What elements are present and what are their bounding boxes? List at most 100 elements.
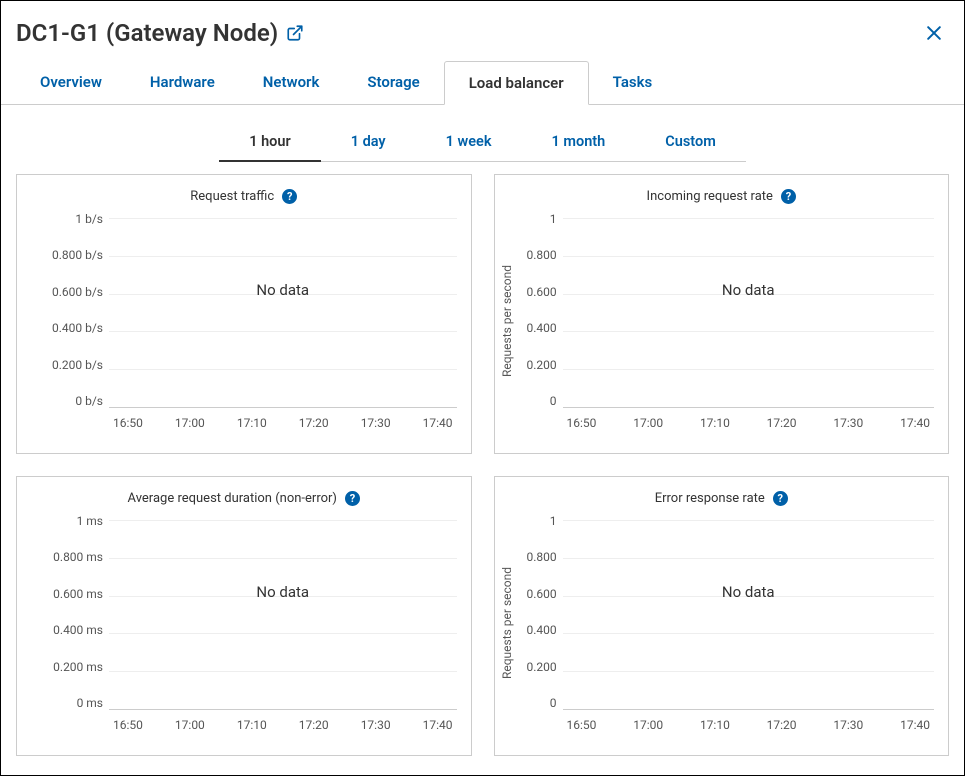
y-tick: 0.800	[527, 248, 557, 262]
help-icon[interactable]: ?	[773, 491, 788, 506]
tab-load-balancer[interactable]: Load balancer	[444, 61, 589, 105]
close-icon[interactable]	[924, 23, 944, 43]
y-tick: 0.400 b/s	[45, 321, 103, 335]
x-tick: 17:00	[633, 718, 663, 732]
x-tick: 17:20	[767, 416, 797, 430]
y-tick: 0.600 ms	[45, 587, 103, 601]
tab-storage[interactable]: Storage	[343, 61, 443, 104]
y-axis-ticks: 1 ms 0.800 ms 0.600 ms 0.400 ms 0.200 ms…	[45, 514, 103, 710]
y-tick: 0.200 ms	[45, 660, 103, 674]
x-tick: 16:50	[113, 718, 143, 732]
y-tick: 0.800	[527, 550, 557, 564]
range-custom[interactable]: Custom	[635, 123, 746, 161]
chart-error-response-rate: Error response rate ? Requests per secon…	[494, 476, 950, 756]
plot-area: 1 ms 0.800 ms 0.600 ms 0.400 ms 0.200 ms…	[45, 514, 457, 732]
x-tick: 17:10	[237, 718, 267, 732]
y-tick: 0.400	[527, 321, 557, 335]
title-wrap: DC1-G1 (Gateway Node)	[16, 19, 304, 47]
x-axis-ticks: 16:50 17:00 17:10 17:20 17:30 17:40	[563, 718, 935, 732]
help-icon[interactable]: ?	[781, 189, 796, 204]
y-tick: 0 b/s	[45, 394, 103, 408]
y-tick: 1	[527, 514, 557, 528]
y-tick: 0.200	[527, 358, 557, 372]
y-tick: 1 ms	[45, 514, 103, 528]
range-1-month[interactable]: 1 month	[522, 123, 636, 161]
x-tick: 17:30	[833, 718, 863, 732]
y-tick: 0.400 ms	[45, 623, 103, 637]
y-axis-label: Requests per second	[500, 265, 514, 377]
y-axis-ticks: 1 0.800 0.600 0.400 0.200 0	[527, 212, 557, 408]
y-tick: 0.400	[527, 623, 557, 637]
no-data-label: No data	[722, 583, 775, 601]
x-tick: 17:20	[767, 718, 797, 732]
x-tick: 17:00	[633, 416, 663, 430]
y-tick: 0.800 ms	[45, 550, 103, 564]
x-tick: 17:30	[833, 416, 863, 430]
chart-title: Request traffic	[190, 189, 274, 204]
x-tick: 16:50	[567, 416, 597, 430]
plot-area: Requests per second 1 0.800 0.600 0.400 …	[527, 212, 935, 430]
x-axis-ticks: 16:50 17:00 17:10 17:20 17:30 17:40	[109, 718, 457, 732]
tab-overview[interactable]: Overview	[16, 61, 126, 104]
range-1-day[interactable]: 1 day	[321, 123, 416, 161]
help-icon[interactable]: ?	[345, 491, 360, 506]
x-tick: 17:10	[700, 416, 730, 430]
y-tick: 0.800 b/s	[45, 248, 103, 262]
grid: No data	[563, 218, 935, 408]
y-axis-label: Requests per second	[500, 567, 514, 679]
no-data-label: No data	[256, 583, 309, 601]
chart-avg-request-duration: Average request duration (non-error) ? 1…	[16, 476, 472, 756]
grid: No data	[563, 520, 935, 710]
charts-grid: Request traffic ? 1 b/s 0.800 b/s 0.600 …	[1, 162, 964, 771]
x-tick: 17:20	[299, 416, 329, 430]
tab-hardware[interactable]: Hardware	[126, 61, 239, 104]
time-range-selector: 1 hour 1 day 1 week 1 month Custom	[1, 123, 964, 162]
page-header: DC1-G1 (Gateway Node)	[1, 1, 964, 55]
plot-area: 1 b/s 0.800 b/s 0.600 b/s 0.400 b/s 0.20…	[45, 212, 457, 430]
y-tick: 0	[527, 394, 557, 408]
x-tick: 17:10	[237, 416, 267, 430]
chart-request-traffic: Request traffic ? 1 b/s 0.800 b/s 0.600 …	[16, 174, 472, 454]
x-tick: 17:00	[175, 718, 205, 732]
x-tick: 17:20	[299, 718, 329, 732]
y-axis-ticks: 1 b/s 0.800 b/s 0.600 b/s 0.400 b/s 0.20…	[45, 212, 103, 408]
chart-title: Incoming request rate	[647, 189, 773, 204]
no-data-label: No data	[256, 281, 309, 299]
y-tick: 0.200 b/s	[45, 358, 103, 372]
y-axis-ticks: 1 0.800 0.600 0.400 0.200 0	[527, 514, 557, 710]
chart-title: Average request duration (non-error)	[128, 491, 337, 506]
no-data-label: No data	[722, 281, 775, 299]
x-tick: 17:40	[423, 416, 453, 430]
y-tick: 0	[527, 696, 557, 710]
grid: No data	[109, 520, 457, 710]
x-tick: 17:30	[361, 416, 391, 430]
y-tick: 0 ms	[45, 696, 103, 710]
y-tick: 0.600	[527, 587, 557, 601]
range-1-hour[interactable]: 1 hour	[219, 123, 321, 162]
y-tick: 0.600 b/s	[45, 285, 103, 299]
chart-incoming-request-rate: Incoming request rate ? Requests per sec…	[494, 174, 950, 454]
x-axis-ticks: 16:50 17:00 17:10 17:20 17:30 17:40	[563, 416, 935, 430]
x-tick: 17:30	[361, 718, 391, 732]
chart-title: Error response rate	[655, 491, 765, 506]
grid: No data	[109, 218, 457, 408]
main-tabs: Overview Hardware Network Storage Load b…	[1, 61, 964, 105]
y-tick: 1	[527, 212, 557, 226]
plot-area: Requests per second 1 0.800 0.600 0.400 …	[527, 514, 935, 732]
external-link-icon[interactable]	[286, 24, 304, 42]
range-1-week[interactable]: 1 week	[416, 123, 522, 161]
page-title: DC1-G1 (Gateway Node)	[16, 19, 278, 47]
y-tick: 0.600	[527, 285, 557, 299]
y-tick: 1 b/s	[45, 212, 103, 226]
x-tick: 17:40	[900, 416, 930, 430]
x-tick: 16:50	[567, 718, 597, 732]
tab-network[interactable]: Network	[239, 61, 344, 104]
tab-tasks[interactable]: Tasks	[589, 61, 677, 104]
x-tick: 17:10	[700, 718, 730, 732]
x-tick: 16:50	[113, 416, 143, 430]
x-tick: 17:40	[423, 718, 453, 732]
x-tick: 17:00	[175, 416, 205, 430]
y-tick: 0.200	[527, 660, 557, 674]
x-tick: 17:40	[900, 718, 930, 732]
help-icon[interactable]: ?	[282, 189, 297, 204]
